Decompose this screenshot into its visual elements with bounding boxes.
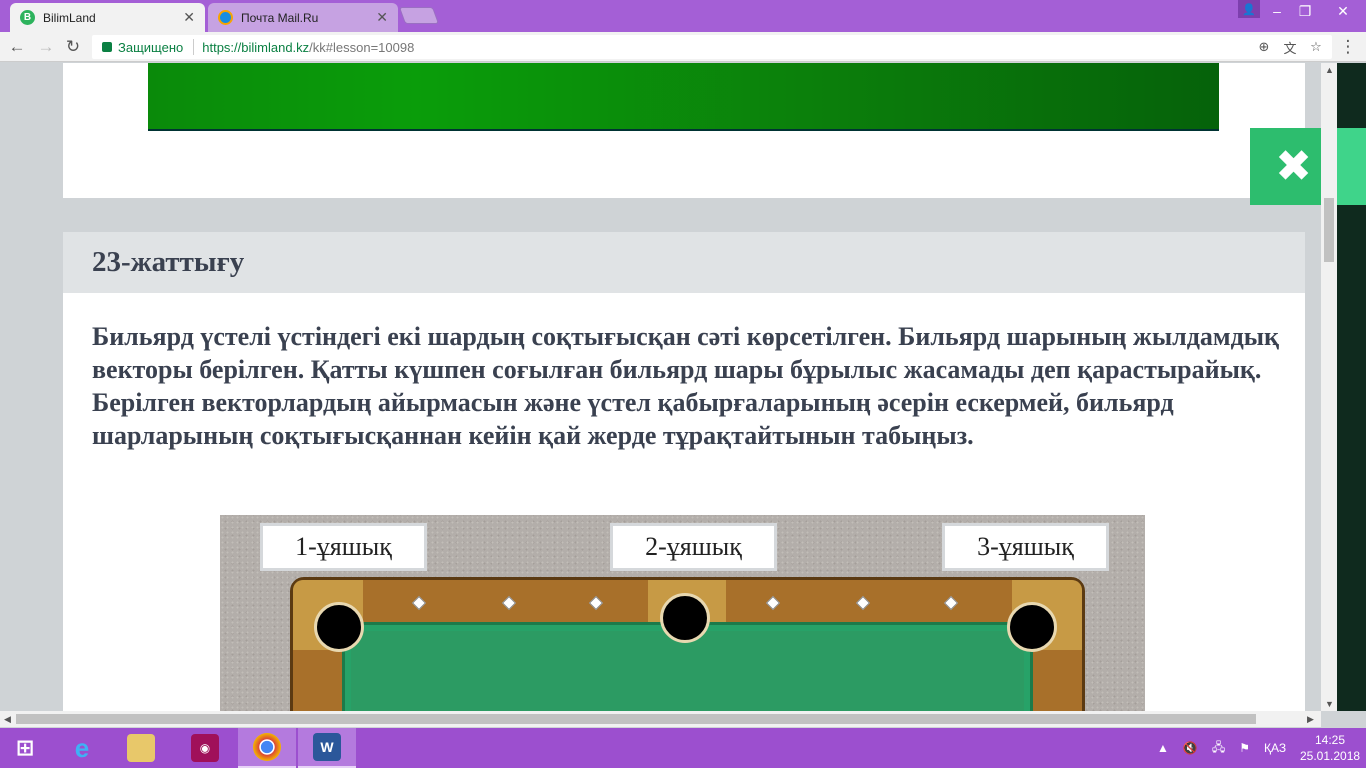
- close-overlay-edge: [1337, 128, 1366, 205]
- tab-label: BilimLand: [43, 10, 96, 25]
- divider: [193, 39, 195, 55]
- url-path: /kk#lesson=10098: [309, 39, 415, 55]
- lock-icon: [102, 42, 112, 52]
- scroll-left-icon[interactable]: ◀: [4, 714, 11, 725]
- mailru-favicon-icon: [218, 10, 233, 25]
- windows-taskbar: ⊞ e ◉ W ▲ 🔇 🖧 ⚑ ҚАЗ 14:25 25.01.2018: [0, 728, 1366, 768]
- bookmark-star-icon[interactable]: ☆: [1308, 39, 1324, 55]
- menu-icon[interactable]: ⋮: [1338, 37, 1358, 57]
- pocket-1-label[interactable]: 1-ұяшық: [260, 523, 427, 571]
- billiard-table-image: 1-ұяшық 2-ұяшық 3-ұяшық: [220, 515, 1145, 711]
- browser-titlebar: B BilimLand ✕ Почта Mail.Ru ✕ 👤 – ❐ ✕: [0, 0, 1366, 32]
- window-close-icon[interactable]: ✕: [1320, 0, 1366, 22]
- horizontal-scrollbar[interactable]: ◀ ▶: [0, 711, 1321, 727]
- taskbar-explorer[interactable]: [112, 728, 170, 768]
- taskbar-chrome[interactable]: [238, 728, 296, 768]
- chevron-up-icon[interactable]: ▲: [1157, 741, 1169, 755]
- restore-icon[interactable]: ❐: [1290, 0, 1320, 22]
- tab-mailru[interactable]: Почта Mail.Ru ✕: [208, 3, 398, 32]
- pocket-hole-2: [660, 593, 710, 643]
- green-banner: [148, 63, 1219, 131]
- scroll-right-icon[interactable]: ▶: [1307, 714, 1314, 725]
- folder-icon: [127, 734, 155, 762]
- horizontal-scroll-thumb[interactable]: [16, 714, 1256, 724]
- back-arrow-icon[interactable]: ←: [7, 37, 27, 57]
- speaker-muted-icon[interactable]: 🔇: [1183, 741, 1198, 755]
- camera-icon: ◉: [191, 734, 219, 762]
- minimize-icon[interactable]: –: [1262, 0, 1292, 22]
- address-bar[interactable]: Защищено https://bilimland.kz /kk#lesson…: [92, 35, 1332, 59]
- pocket-3-label[interactable]: 3-ұяшық: [942, 523, 1109, 571]
- taskbar-word[interactable]: W: [298, 728, 356, 768]
- system-tray: ▲ 🔇 🖧 ⚑ ҚАЗ: [1150, 728, 1293, 768]
- scroll-down-icon[interactable]: ▼: [1325, 699, 1334, 709]
- profile-icon[interactable]: 👤: [1238, 0, 1260, 18]
- bilimland-favicon-icon: B: [20, 10, 35, 25]
- pocket-hole-1: [314, 602, 364, 652]
- tab-label: Почта Mail.Ru: [241, 10, 319, 25]
- vertical-scrollbar[interactable]: ▲ ▼: [1321, 63, 1337, 711]
- page-viewport: 23-жаттығу Бильярд үстелі үстіндегі екі …: [0, 63, 1321, 711]
- taskbar-ie[interactable]: e: [53, 728, 111, 768]
- scroll-up-icon[interactable]: ▲: [1325, 65, 1334, 75]
- translate-icon[interactable]: 文: [1282, 39, 1298, 56]
- pocket-hole-3: [1007, 602, 1057, 652]
- clock-time: 14:25: [1314, 733, 1346, 747]
- close-tab-icon[interactable]: ✕: [376, 9, 388, 26]
- exercise-title: 23-жаттығу: [92, 246, 245, 278]
- close-icon: ✖: [1275, 141, 1312, 191]
- language-indicator[interactable]: ҚАЗ: [1264, 741, 1286, 755]
- flag-icon[interactable]: ⚑: [1239, 741, 1250, 755]
- side-panel: [1337, 63, 1366, 128]
- forward-arrow-icon[interactable]: →: [36, 37, 56, 57]
- exercise-card: 23-жаттығу Бильярд үстелі үстіндегі екі …: [63, 232, 1305, 711]
- windows-start-icon: ⊞: [15, 735, 35, 760]
- word-icon: W: [313, 733, 341, 761]
- tab-bilimland[interactable]: B BilimLand ✕: [10, 3, 205, 32]
- zoom-icon[interactable]: ⊕: [1256, 39, 1272, 55]
- taskbar-camera[interactable]: ◉: [176, 728, 234, 768]
- pocket-2-label[interactable]: 2-ұяшық: [610, 523, 777, 571]
- start-button[interactable]: ⊞: [0, 728, 50, 768]
- side-panel: [1337, 205, 1366, 711]
- ie-icon: e: [74, 732, 90, 763]
- exercise-header: 23-жаттығу: [63, 232, 1305, 293]
- vertical-scroll-thumb[interactable]: [1324, 198, 1334, 262]
- new-tab-button[interactable]: [398, 7, 440, 24]
- url-host: https://bilimland.kz: [202, 39, 310, 55]
- exercise-text: Бильярд үстелі үстіндегі екі шардың соқт…: [92, 322, 1280, 450]
- clock-date: 25.01.2018: [1300, 749, 1361, 763]
- content-card: [63, 63, 1305, 198]
- network-icon[interactable]: 🖧: [1212, 738, 1225, 759]
- close-tab-icon[interactable]: ✕: [183, 9, 195, 26]
- secure-label: Защищено: [118, 39, 184, 55]
- chrome-icon: [253, 733, 281, 761]
- browser-toolbar: ← → ↻ Защищено https://bilimland.kz /kk#…: [0, 32, 1366, 62]
- clock[interactable]: 14:25 25.01.2018: [1300, 732, 1360, 764]
- reload-icon[interactable]: ↻: [63, 37, 83, 57]
